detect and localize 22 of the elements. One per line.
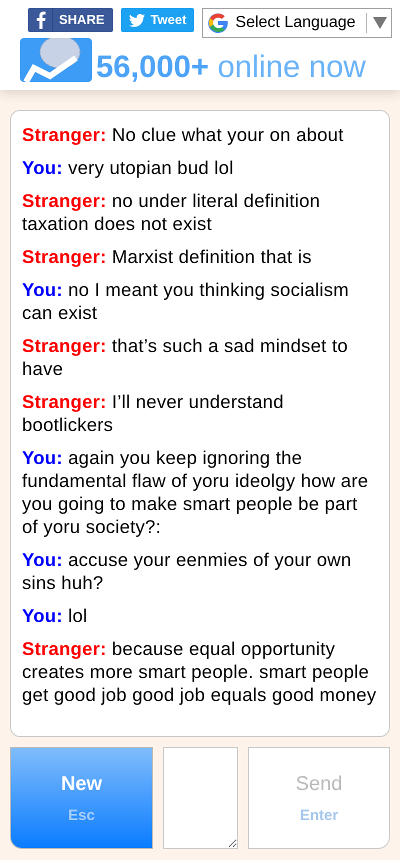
online-count: 56,000+ online now [96,48,366,86]
f-logo-icon [36,11,46,29]
tweet-button[interactable]: Tweet [120,8,194,32]
share-button[interactable]: SHARE [28,8,113,32]
chat-message: Stranger: because equal opportunity creates more smart people. smart people get good job good job equals good money [22,637,378,706]
language-select[interactable]: Select Language [202,8,392,38]
chat-message: You: accuse your eenmies of your own sins huh? [22,548,352,594]
chat-message: You: again you keep ignoring the fundamental flaw of yoru ideolgy how are you going to make smart people be part of yoru society?: [22,446,370,538]
bird-icon [128,14,145,26]
logo-icon [20,38,92,82]
chat-message: You: lol [22,604,88,627]
new-chat-button[interactable]: New Esc [10,747,153,849]
chat-message: Stranger: Marxist definition that is [22,245,313,268]
chat-message: Stranger: No clue what your on about [22,123,345,146]
chat-message: You: very utopian bud lol [22,156,235,179]
dropdown-arrow-icon [372,17,387,29]
message-input[interactable] [163,747,238,849]
chat-message: Stranger: I’ll never understand bootlickers [22,390,285,436]
chat-message: Stranger: no under literal definition taxation does not exist [22,189,322,235]
chat-message: Stranger: that’s such a sad mindset to have [22,334,349,380]
google-icon [207,12,230,34]
chat-message: You: no I meant you thinking socialism can exist [22,278,350,324]
